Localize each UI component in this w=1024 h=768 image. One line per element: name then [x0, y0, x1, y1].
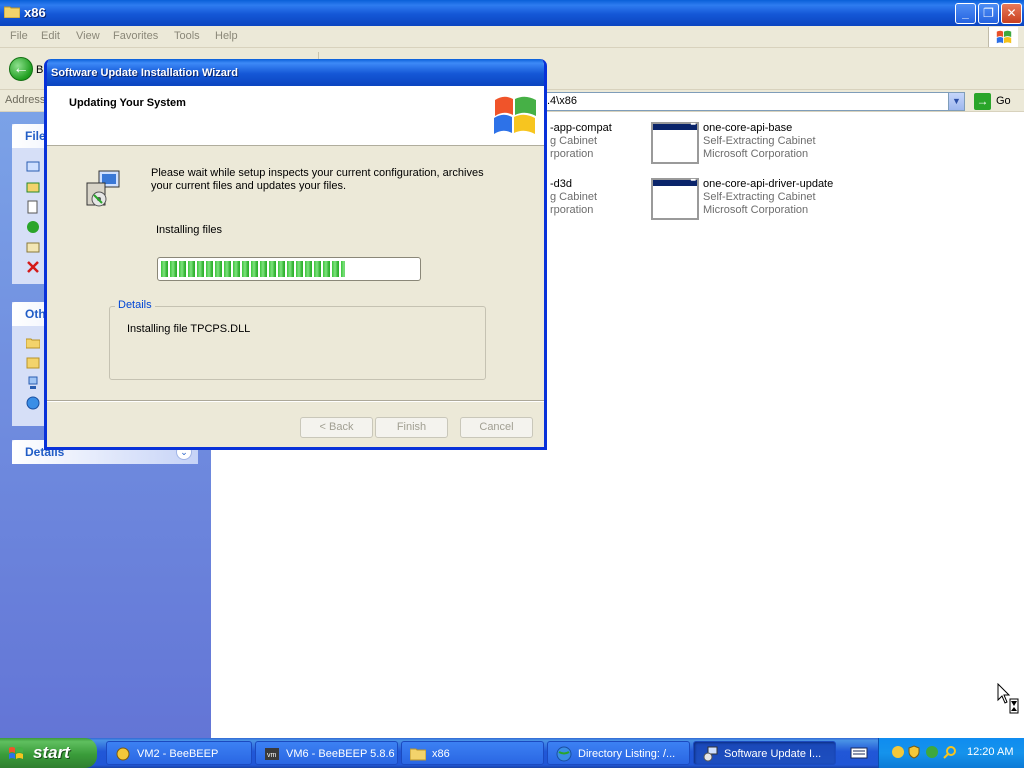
file-company: Microsoft Corporation	[703, 148, 809, 160]
taskbar-item-label: VM6 - BeeBEEP 5.8.6	[286, 748, 395, 760]
back-button-label[interactable]: B	[36, 64, 43, 76]
address-label: Address	[5, 94, 46, 106]
taskbar-item-vm6-beebeep[interactable]: vm VM6 - BeeBEEP 5.8.6	[255, 741, 398, 765]
delete-icon[interactable]	[26, 260, 40, 274]
finish-button[interactable]: Finish	[375, 417, 448, 438]
keyboard-icon[interactable]	[850, 746, 868, 760]
my-computer-icon[interactable]	[26, 376, 40, 390]
window-title: x86	[24, 5, 46, 20]
taskbar-item-label: x86	[432, 748, 450, 760]
wizard-title-bar[interactable]: Software Update Installation Wizard	[47, 59, 544, 86]
progress-fill	[161, 261, 346, 277]
taskbar-item-vm2-beebeep[interactable]: VM2 - BeeBEEP	[106, 741, 252, 765]
rename-icon[interactable]	[26, 160, 40, 174]
back-button[interactable]: < Back	[300, 417, 373, 438]
address-value: .4\x86	[547, 95, 577, 107]
network-icon[interactable]	[26, 396, 40, 410]
installation-wizard-dialog: Software Update Installation Wizard Upda…	[44, 59, 547, 450]
email-icon[interactable]	[26, 240, 40, 254]
close-button[interactable]: ✕	[1001, 3, 1022, 24]
menu-file[interactable]: File	[10, 30, 28, 42]
cabinet-file-icon	[651, 177, 699, 220]
menu-edit[interactable]: Edit	[41, 30, 60, 42]
file-name: one-core-api-base	[703, 122, 793, 134]
documents-icon[interactable]	[26, 356, 40, 370]
details-group: Details Installing file TPCPS.DLL	[109, 299, 486, 380]
folder-icon[interactable]	[26, 336, 40, 350]
cabinet-file-icon	[651, 121, 699, 164]
taskbar-item-x86[interactable]: x86	[401, 741, 544, 765]
details-label: Details	[115, 299, 155, 311]
menu-tools[interactable]: Tools	[174, 30, 200, 42]
file-name: one-core-api-driver-update	[703, 178, 834, 190]
menu-help[interactable]: Help	[215, 30, 238, 42]
setup-computer-icon	[86, 170, 120, 207]
file-name-partial[interactable]: -d3d	[550, 178, 572, 190]
menu-bar: File Edit View Favorites Tools Help	[0, 26, 1024, 48]
svg-text:vm: vm	[267, 752, 277, 759]
move-icon[interactable]	[26, 180, 40, 194]
file-company-partial: rporation	[550, 204, 594, 216]
menu-favorites[interactable]: Favorites	[113, 30, 158, 42]
security-shield-icon[interactable]	[907, 745, 921, 759]
taskbar-item-directory-listing[interactable]: Directory Listing: /...	[547, 741, 690, 765]
taskbar-item-software-update[interactable]: Software Update I...	[693, 741, 836, 765]
wizard-title: Software Update Installation Wizard	[51, 67, 238, 79]
install-progress-bar	[157, 257, 421, 281]
cursor-busy-icon	[997, 683, 1019, 714]
globe-icon	[556, 746, 572, 762]
folder-icon	[410, 748, 426, 761]
list-item[interactable]: one-core-api-base Self-Extracting Cabine…	[651, 121, 871, 170]
wizard-description: Please wait while setup inspects your cu…	[151, 167, 484, 192]
search-icon[interactable]	[943, 745, 957, 759]
file-type-partial: g Cabinet	[550, 191, 598, 203]
network-tray-icon[interactable]	[925, 745, 939, 759]
file-type-partial: g Cabinet	[550, 135, 598, 147]
taskbar: start VM2 - BeeBEEP vm VM6 - BeeBEEP 5.8…	[0, 738, 1024, 768]
wizard-heading: Updating Your System	[69, 97, 186, 109]
file-type: Self-Extracting Cabinet	[703, 135, 816, 147]
file-type: Self-Extracting Cabinet	[703, 191, 816, 203]
windows-logo-icon	[9, 747, 23, 759]
publish-web-icon[interactable]	[26, 220, 40, 234]
copy-icon[interactable]	[26, 200, 40, 214]
wizard-status-text: Installing files	[156, 224, 223, 236]
taskbar-item-label: Software Update I...	[724, 748, 822, 760]
system-tray: 12:20 AM	[878, 738, 1024, 768]
folder-icon	[4, 6, 20, 18]
go-label: Go	[996, 95, 1011, 107]
details-text: Installing file TPCPS.DLL	[127, 323, 251, 335]
back-arrow-icon[interactable]: ←	[9, 57, 33, 81]
windows-logo-icon	[988, 27, 1018, 47]
vmware-icon: vm	[265, 748, 279, 760]
file-name-partial[interactable]: -app-compat	[550, 122, 612, 134]
go-button[interactable]: → Go	[972, 92, 1022, 111]
wizard-header: Updating Your System	[47, 86, 544, 146]
file-company: Microsoft Corporation	[703, 204, 809, 216]
address-input[interactable]: .4\x86 ▼	[540, 92, 965, 111]
windows-logo-icon	[494, 96, 536, 134]
start-label: start	[33, 743, 70, 762]
beebeep-tray-icon[interactable]	[891, 745, 905, 759]
setup-icon	[703, 746, 718, 762]
start-button[interactable]: start	[0, 738, 97, 768]
beebeep-icon	[116, 747, 130, 761]
menu-view[interactable]: View	[76, 30, 100, 42]
chevron-down-icon[interactable]: ▼	[948, 93, 964, 110]
minimize-button[interactable]: _	[955, 3, 976, 24]
list-item[interactable]: one-core-api-driver-update Self-Extracti…	[651, 177, 871, 226]
go-arrow-icon: →	[974, 93, 991, 110]
file-company-partial: rporation	[550, 148, 594, 160]
cancel-button[interactable]: Cancel	[460, 417, 533, 438]
wizard-separator	[47, 400, 544, 402]
maximize-button[interactable]: ❐	[978, 3, 999, 24]
taskbar-item-label: Directory Listing: /...	[578, 748, 676, 760]
explorer-title-bar[interactable]: x86 _ ❐ ✕	[0, 0, 1024, 26]
clock[interactable]: 12:20 AM	[967, 746, 1013, 758]
taskbar-item-label: VM2 - BeeBEEP	[137, 748, 219, 760]
